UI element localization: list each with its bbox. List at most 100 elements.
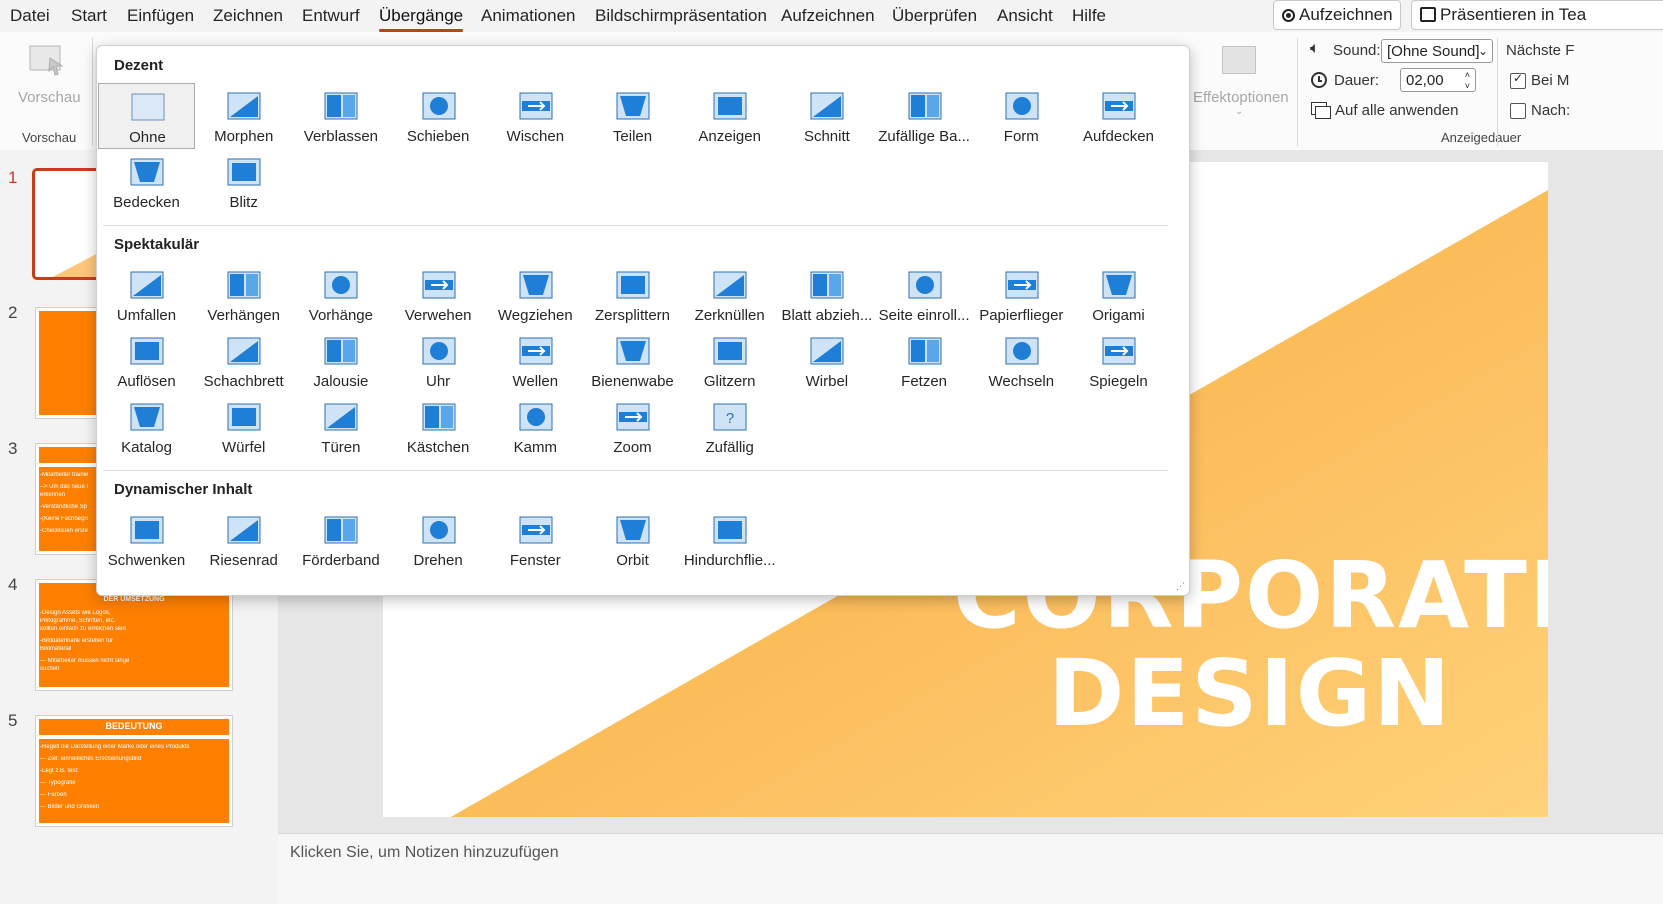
notes-pane[interactable]: Klicken Sie, um Notizen hinzuzufügen	[278, 833, 1663, 904]
transition-bienenwabe[interactable]: Bienenwabe	[584, 328, 681, 394]
slide-number: 3	[8, 439, 18, 458]
transition-aufloesen-icon	[130, 337, 164, 365]
transition-aufdecken[interactable]: Aufdecken	[1070, 83, 1167, 149]
transition-vorhaenge[interactable]: Vorhänge	[292, 262, 389, 328]
section-title-dezent: Dezent	[114, 57, 164, 74]
menu-zeichnen[interactable]: Zeichnen	[213, 6, 283, 26]
transition-schnitt[interactable]: Schnitt	[778, 83, 875, 149]
transition-bedecken[interactable]: Bedecken	[98, 149, 195, 215]
transition-verwehen[interactable]: Verwehen	[390, 262, 487, 328]
transition-verblassen-icon	[324, 92, 358, 120]
on-click-checkbox[interactable]: ✓	[1510, 71, 1526, 89]
transition-hindurchflie[interactable]: Hindurchflie...	[681, 507, 778, 573]
transition-ohne[interactable]: Ohne	[98, 83, 195, 149]
transition-label: Fetzen	[901, 373, 948, 390]
section-title-dynamischer-inhalt: Dynamischer Inhalt	[114, 481, 253, 498]
transition-label: Orbit	[616, 552, 649, 569]
after-checkbox[interactable]	[1510, 103, 1526, 119]
transition-fenster[interactable]: Fenster	[487, 507, 584, 573]
transition-katalog[interactable]: Katalog	[98, 394, 195, 460]
transition-seite-einroll[interactable]: Seite einroll...	[876, 262, 973, 328]
notes-placeholder: Klicken Sie, um Notizen hinzuzufügen	[290, 844, 559, 861]
duration-stepper[interactable]: 02,00 ˄ ˅	[1400, 68, 1476, 92]
transition-orbit[interactable]: Orbit	[584, 507, 681, 573]
menu-start[interactable]: Start	[71, 6, 107, 26]
transition-morphen[interactable]: Morphen	[195, 83, 292, 149]
menu-entwurf[interactable]: Entwurf	[302, 6, 360, 26]
transition-jalousie-icon	[324, 337, 358, 365]
transition-fetzen[interactable]: Fetzen	[876, 328, 973, 394]
transition-zerknuellen[interactable]: Zerknüllen	[681, 262, 778, 328]
transition-wegziehen[interactable]: Wegziehen	[487, 262, 584, 328]
transition-verblassen[interactable]: Verblassen	[292, 83, 389, 149]
menu-einfuegen[interactable]: Einfügen	[127, 6, 194, 26]
transition-wirbel[interactable]: Wirbel	[778, 328, 875, 394]
transition-anzeigen[interactable]: Anzeigen	[681, 83, 778, 149]
effect-options-button[interactable]: Effektoptionen ⌄	[1190, 40, 1290, 130]
menu-animationen[interactable]: Animationen	[481, 6, 576, 26]
transition-spiegeln-icon	[1102, 337, 1136, 365]
transition-wellen[interactable]: Wellen	[487, 328, 584, 394]
transition-umfallen-icon	[130, 271, 164, 299]
transition-kaestchen[interactable]: Kästchen	[390, 394, 487, 460]
transition-zufaellig[interactable]: ? Zufällig	[681, 394, 778, 460]
section-divider	[103, 225, 1168, 226]
transition-zersplittern[interactable]: Zersplittern	[584, 262, 681, 328]
menu-datei[interactable]: Datei	[10, 6, 50, 26]
slide-thumbnail-5[interactable]: BEDEUTUNG -Regelt die Darstellung einer …	[35, 715, 233, 827]
sound-select[interactable]: [Ohne Sound] ⌄	[1381, 39, 1493, 63]
transition-riesenrad[interactable]: Riesenrad	[195, 507, 292, 573]
menu-aufzeichnen[interactable]: Aufzeichnen	[781, 6, 875, 26]
menu-ueberpruefen[interactable]: Überprüfen	[892, 6, 977, 26]
transition-drehen[interactable]: Drehen	[390, 507, 487, 573]
transition-ohne-icon	[131, 93, 165, 121]
transition-wuerfel[interactable]: Würfel	[195, 394, 292, 460]
record-button[interactable]: Aufzeichnen	[1273, 0, 1401, 30]
transition-form[interactable]: Form	[973, 83, 1070, 149]
transition-spiegeln[interactable]: Spiegeln	[1070, 328, 1167, 394]
transition-kamm[interactable]: Kamm	[487, 394, 584, 460]
section-divider	[103, 470, 1168, 471]
apply-all-button[interactable]: Auf alle anwenden	[1311, 100, 1461, 122]
resize-grip-icon[interactable]: ⋰	[1176, 581, 1185, 592]
transition-label: Verhängen	[207, 307, 280, 324]
transition-label: Bienenwabe	[591, 373, 674, 390]
transition-schachbrett[interactable]: Schachbrett	[195, 328, 292, 394]
transition-blatt-abzieh[interactable]: Blatt abzieh...	[778, 262, 875, 328]
transition-zufaellige-ba[interactable]: Zufällige Ba...	[876, 83, 973, 149]
transition-jalousie[interactable]: Jalousie	[292, 328, 389, 394]
present-icon	[1420, 7, 1436, 22]
transition-aufloesen[interactable]: Auflösen	[98, 328, 195, 394]
transition-label: Zufällig	[705, 439, 754, 456]
menu-ansicht[interactable]: Ansicht	[997, 6, 1053, 26]
transition-uhr[interactable]: Uhr	[390, 328, 487, 394]
record-icon	[1282, 9, 1295, 22]
next-slide-label: Nächste F	[1506, 42, 1575, 59]
section-title-spektakulaer: Spektakulär	[114, 236, 200, 253]
menu-bildschirmpraesentation[interactable]: Bildschirmpräsentation	[595, 6, 767, 26]
transition-foerderband[interactable]: Förderband	[292, 507, 389, 573]
transition-zoom[interactable]: Zoom	[584, 394, 681, 460]
preview-button[interactable]: Vorschau	[10, 40, 82, 120]
transition-glitzern[interactable]: Glitzern	[681, 328, 778, 394]
transition-teilen[interactable]: Teilen	[584, 83, 681, 149]
transition-verhaengen[interactable]: Verhängen	[195, 262, 292, 328]
transition-wischen[interactable]: Wischen	[487, 83, 584, 149]
transition-tueren[interactable]: Türen	[292, 394, 389, 460]
menu-uebergaenge[interactable]: Übergänge	[379, 6, 464, 32]
transition-origami[interactable]: Origami	[1070, 262, 1167, 328]
transition-blitz[interactable]: Blitz	[195, 149, 292, 215]
transition-umfallen[interactable]: Umfallen	[98, 262, 195, 328]
present-in-teams-button[interactable]: Präsentieren in Tea	[1411, 0, 1663, 30]
transition-wechseln[interactable]: Wechseln	[973, 328, 1070, 394]
transition-morphen-icon	[227, 92, 261, 120]
transition-schieben[interactable]: Schieben	[390, 83, 487, 149]
transition-papierflieger-icon	[1005, 271, 1039, 299]
transition-papierflieger[interactable]: Papierflieger	[973, 262, 1070, 328]
transition-label: Kamm	[513, 439, 557, 456]
stepper-down-icon[interactable]: ˅	[1465, 74, 1470, 98]
menu-hilfe[interactable]: Hilfe	[1072, 6, 1106, 26]
transition-label: Umfallen	[116, 307, 177, 324]
transition-schwenken[interactable]: Schwenken	[98, 507, 195, 573]
transition-bedecken-icon	[130, 158, 164, 186]
